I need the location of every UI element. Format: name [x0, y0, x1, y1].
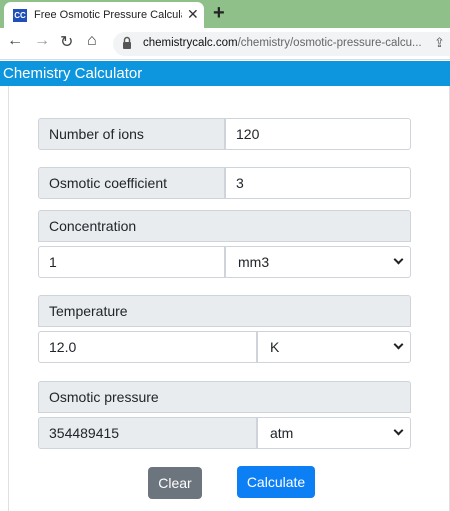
ions-label: Number of ions: [38, 118, 225, 150]
browser-tab[interactable]: CC Free Osmotic Pressure Calculator ✕: [4, 2, 204, 28]
concentration-unit-select[interactable]: mm3: [225, 246, 411, 278]
ions-input[interactable]: 120: [225, 118, 411, 150]
chevron-down-icon: [393, 254, 404, 265]
browser-tab-bar: CC Free Osmotic Pressure Calculator ✕ +: [0, 0, 450, 28]
osmotic-pressure-label: Osmotic pressure: [38, 381, 411, 413]
chevron-down-icon: [393, 339, 404, 350]
back-arrow-icon[interactable]: ←: [7, 32, 23, 50]
new-tab-icon[interactable]: +: [213, 2, 225, 25]
forward-arrow-icon[interactable]: →: [34, 32, 50, 50]
temperature-unit-value: K: [270, 339, 280, 355]
temperature-input[interactable]: 12.0: [38, 331, 257, 363]
chevron-down-icon: [393, 425, 404, 436]
concentration-input[interactable]: 1: [38, 246, 225, 278]
home-icon[interactable]: ⌂: [87, 32, 97, 50]
site-title[interactable]: Chemistry Calculator: [3, 65, 142, 82]
osmotic-pressure-unit-select[interactable]: atm: [257, 417, 411, 449]
osmotic-pressure-unit-value: atm: [270, 425, 294, 441]
address-bar[interactable]: chemistrycalc.com/chemistry/osmotic-pres…: [113, 32, 450, 56]
site-header: Chemistry Calculator: [0, 61, 450, 86]
clear-button[interactable]: Clear: [148, 467, 202, 499]
concentration-unit-value: mm3: [238, 254, 270, 270]
lock-icon: [123, 36, 131, 49]
calculate-button[interactable]: Calculate: [237, 466, 315, 498]
url-path: /chemistry/osmotic-pressure-calcu...: [237, 37, 422, 49]
reload-icon[interactable]: ↻: [60, 32, 73, 52]
share-icon[interactable]: ⇪: [434, 35, 445, 51]
temperature-unit-select[interactable]: K: [257, 331, 411, 363]
osmotic-pressure-output: 354489415: [38, 417, 257, 449]
tab-title: Free Osmotic Pressure Calculator: [34, 9, 182, 21]
browser-toolbar: ← → ↻ ⌂ chemistrycalc.com/chemistry/osmo…: [0, 28, 450, 60]
temperature-label: Temperature: [38, 295, 411, 327]
concentration-label: Concentration: [38, 210, 411, 242]
url-text: chemistrycalc.com/chemistry/osmotic-pres…: [143, 37, 423, 49]
favicon-icon: CC: [13, 9, 27, 22]
osmotic-coefficient-input[interactable]: 3: [225, 167, 411, 199]
url-host: chemistrycalc.com: [143, 37, 238, 49]
osmotic-coefficient-label: Osmotic coefficient: [38, 167, 225, 199]
close-tab-icon[interactable]: ✕: [187, 6, 199, 23]
